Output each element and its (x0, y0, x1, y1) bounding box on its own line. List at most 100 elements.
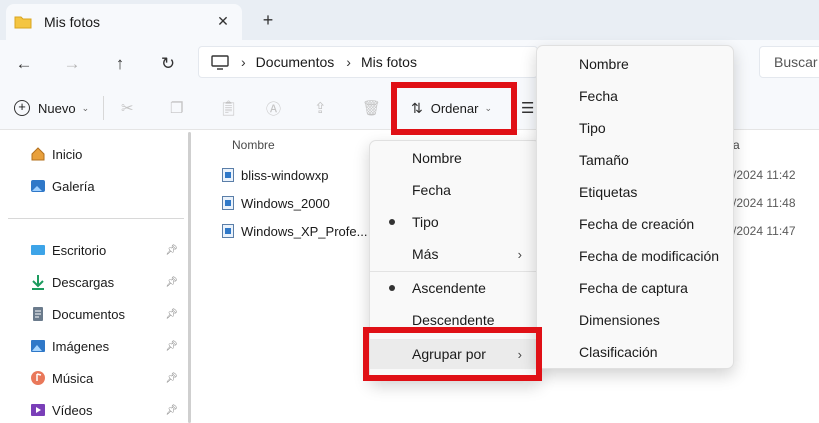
image-file-icon (222, 168, 234, 182)
pin-icon[interactable]: 📌︎ (165, 405, 178, 416)
pin-icon[interactable]: 📌︎ (165, 277, 178, 288)
pin-icon[interactable]: 📌︎ (165, 373, 178, 384)
file-name: Windows_2000 (241, 195, 330, 211)
menu-item-label: Descendente (412, 312, 495, 328)
new-label: Nuevo (38, 100, 76, 116)
file-date: /2024 11:47 (733, 224, 796, 238)
share-icon[interactable]: ⇪ (314, 94, 327, 122)
highlight-sort-button (391, 82, 517, 135)
computer-icon (211, 55, 229, 70)
refresh-icon[interactable]: ↻ (154, 50, 182, 78)
menu-item-label: Fecha de modificación (579, 248, 720, 264)
music-icon (30, 370, 46, 386)
search-input[interactable]: Buscar (759, 46, 819, 78)
column-header-name[interactable]: Nombre (232, 138, 275, 152)
sort-by-nombre[interactable]: Nombre (370, 143, 540, 173)
file-name: bliss-windowxp (241, 167, 329, 183)
image-file-icon (222, 224, 234, 238)
file-name: Windows_XP_Profe... (241, 223, 368, 239)
sidebar-item-label: Galería (52, 178, 95, 194)
documents-icon (30, 306, 46, 322)
list-item[interactable]: Windows_XP_Profe... (222, 221, 367, 241)
group-by-fecha[interactable]: Fecha (537, 81, 733, 111)
group-by-tamano[interactable]: Tamaño (537, 145, 733, 175)
image-file-icon (222, 196, 234, 210)
tab-mis-fotos[interactable]: Mis fotos ✕ (6, 4, 242, 40)
menu-item-label: Fecha de captura (579, 280, 688, 296)
sidebar-item-descargas[interactable]: Descargas 📌︎ (30, 271, 180, 293)
plus-icon: + (14, 100, 30, 116)
pictures-icon (30, 338, 46, 354)
sidebar-item-inicio[interactable]: Inicio (30, 143, 180, 165)
title-bar: Mis fotos ✕ + (0, 0, 819, 40)
sidebar-item-label: Escritorio (52, 242, 107, 258)
list-item[interactable]: Windows_2000 (222, 193, 330, 213)
menu-item-label: Fecha (412, 182, 451, 198)
breadcrumb-documentos[interactable]: Documentos (256, 54, 335, 70)
group-by-etiquetas[interactable]: Etiquetas (537, 177, 733, 207)
videos-icon (30, 402, 46, 418)
highlight-group-by (363, 327, 542, 381)
chevron-right-icon: › (517, 246, 522, 262)
sort-by-fecha[interactable]: Fecha (370, 175, 540, 205)
sidebar-item-musica[interactable]: Música 📌︎ (30, 367, 180, 389)
menu-item-label: Fecha (579, 88, 618, 104)
menu-item-label: Dimensiones (579, 312, 660, 328)
home-icon (30, 146, 46, 162)
pin-icon[interactable]: 📌︎ (165, 341, 178, 352)
breadcrumb-separator: › (241, 54, 246, 70)
view-icon[interactable]: ☰ (521, 94, 534, 122)
address-bar[interactable]: › Documentos › Mis fotos (198, 46, 538, 78)
sidebar-item-label: Música (52, 370, 94, 386)
cut-icon[interactable]: ✂ (121, 94, 134, 122)
menu-item-label: Nombre (412, 150, 462, 166)
sidebar-item-galeria[interactable]: Galería (30, 175, 180, 197)
menu-divider (370, 271, 540, 272)
breadcrumb-mis-fotos[interactable]: Mis fotos (361, 54, 417, 70)
group-by-dimensiones[interactable]: Dimensiones (537, 305, 733, 335)
new-button[interactable]: + Nuevo ⌄ (14, 94, 89, 122)
group-by-clasificacion[interactable]: Clasificación (537, 337, 733, 367)
selected-dot-icon (389, 285, 395, 291)
menu-item-label: Fecha de creación (579, 216, 695, 232)
forward-icon[interactable]: → (58, 50, 86, 78)
selected-dot-icon (389, 219, 395, 225)
group-by-fecha-captura[interactable]: Fecha de captura (537, 273, 733, 303)
group-by-nombre[interactable]: Nombre (537, 49, 733, 79)
sidebar-item-escritorio[interactable]: Escritorio 📌︎ (30, 239, 180, 261)
group-by-submenu: Nombre Fecha Tipo Tamaño Etiquetas Fecha… (536, 45, 734, 369)
group-by-fecha-modificacion[interactable]: Fecha de modificación (537, 241, 733, 271)
sort-by-mas[interactable]: Más › (370, 239, 540, 269)
delete-icon[interactable]: 🗑︎ (362, 94, 381, 122)
tab-title: Mis fotos (44, 14, 101, 30)
list-item[interactable]: bliss-windowxp (222, 165, 328, 185)
paste-icon[interactable]: 📋︎ (219, 94, 238, 122)
sidebar-item-label: Imágenes (52, 338, 110, 354)
group-by-tipo[interactable]: Tipo (537, 113, 733, 143)
toolbar-divider (103, 96, 104, 120)
back-icon[interactable]: ← (10, 50, 38, 78)
folder-icon (14, 15, 32, 29)
new-tab-button[interactable]: + (258, 10, 278, 30)
file-date: /2024 11:48 (733, 196, 796, 210)
sort-by-tipo[interactable]: Tipo (370, 207, 540, 237)
desktop-icon (30, 242, 46, 258)
copy-icon[interactable]: ❐ (170, 94, 183, 122)
sidebar-item-documentos[interactable]: Documentos 📌︎ (30, 303, 180, 325)
menu-item-label: Ascendente (412, 280, 486, 296)
column-header-date[interactable]: a (733, 138, 740, 152)
sidebar-item-label: Descargas (52, 274, 115, 290)
breadcrumb-separator: › (346, 54, 351, 70)
rename-icon[interactable]: Ⓐ (266, 94, 281, 122)
sidebar-item-videos[interactable]: Vídeos 📌︎ (30, 399, 180, 421)
gallery-icon (30, 178, 46, 194)
pin-icon[interactable]: 📌︎ (165, 309, 178, 320)
up-icon[interactable]: ↑ (106, 50, 134, 78)
sidebar-item-imagenes[interactable]: Imágenes 📌︎ (30, 335, 180, 357)
group-by-fecha-creacion[interactable]: Fecha de creación (537, 209, 733, 239)
menu-item-label: Tipo (412, 214, 439, 230)
close-tab-icon[interactable]: ✕ (214, 12, 232, 30)
sidebar-scrollbar[interactable] (188, 132, 191, 423)
pin-icon[interactable]: 📌︎ (165, 245, 178, 256)
sort-ascending[interactable]: Ascendente (370, 273, 540, 303)
